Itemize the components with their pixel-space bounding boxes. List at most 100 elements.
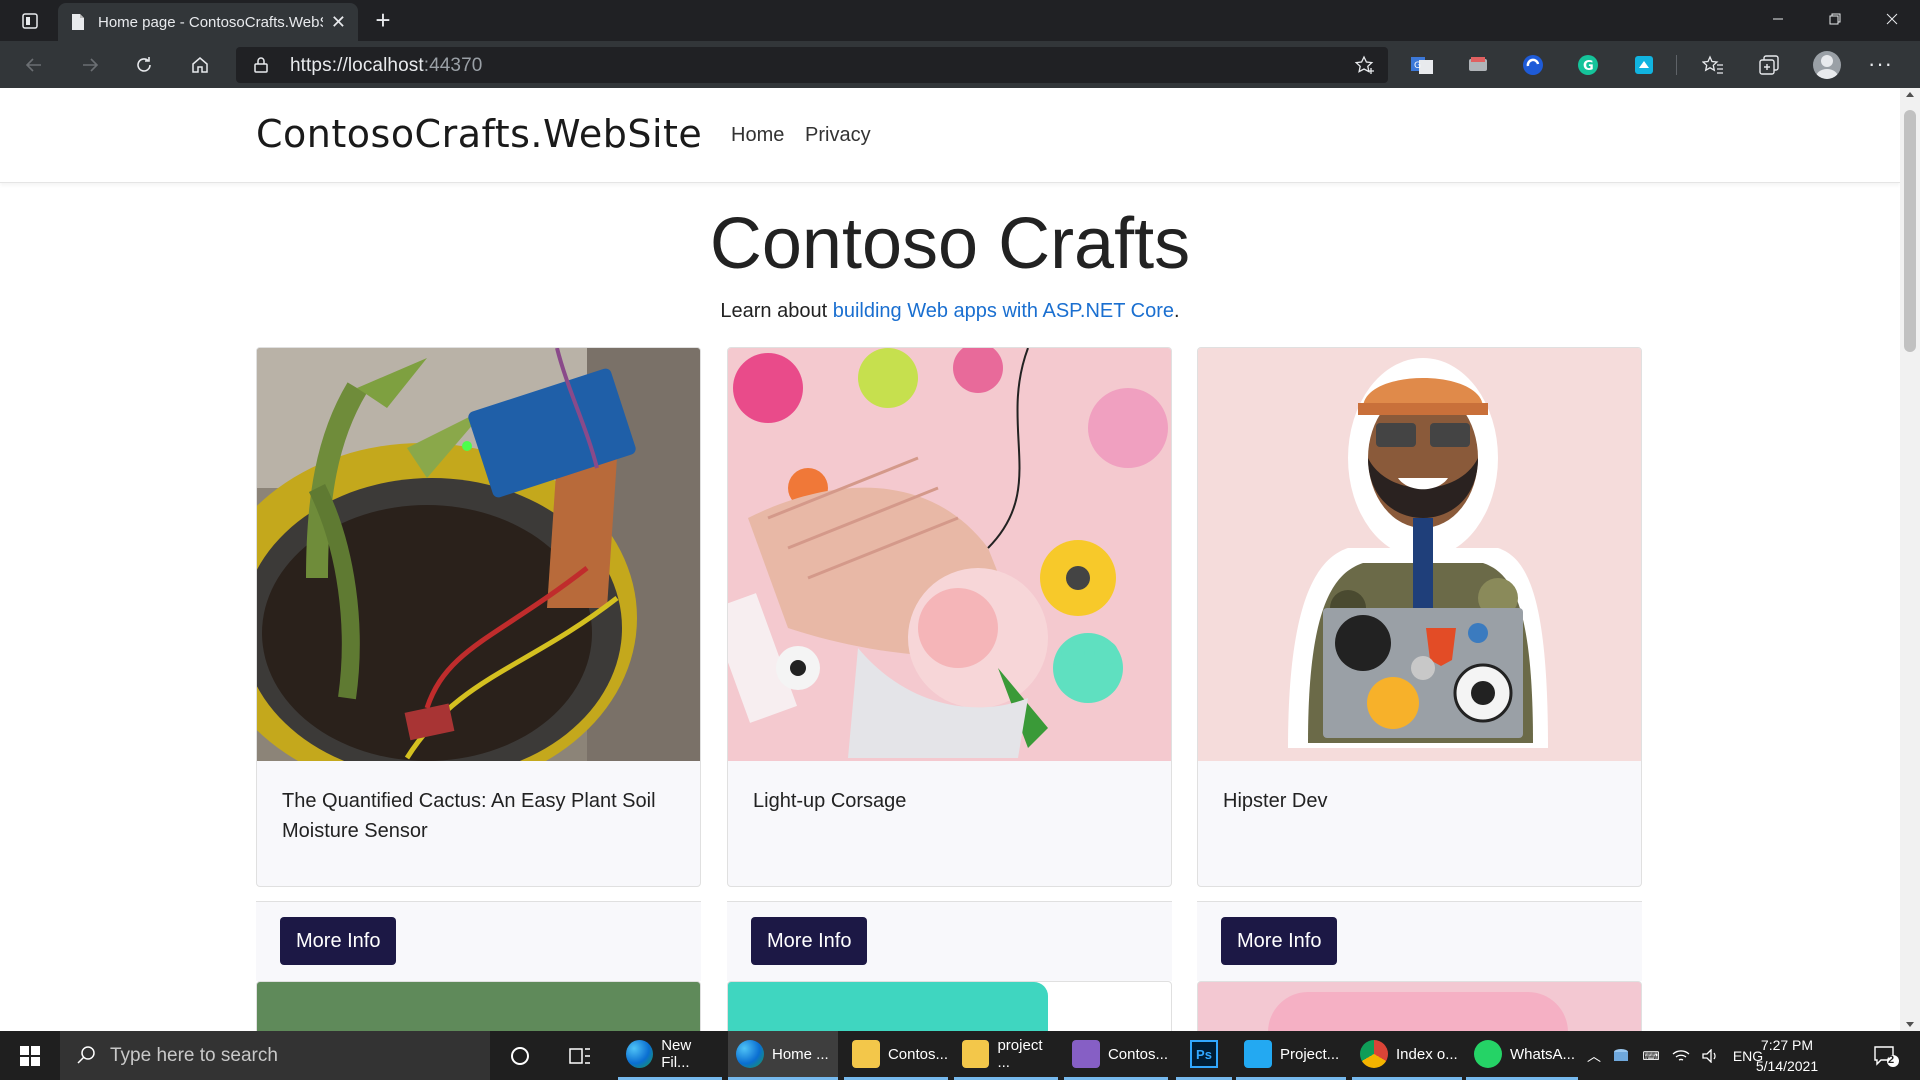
settings-more-icon[interactable]: ···: [1868, 51, 1893, 77]
scroll-up-arrow-icon[interactable]: [1906, 92, 1914, 97]
address-bar[interactable]: https://localhost:44370: [236, 47, 1388, 83]
product-title: The Quantified Cactus: An Easy Plant Soi…: [282, 790, 656, 842]
collections-icon[interactable]: [1757, 53, 1781, 77]
task-view-icon: [569, 1047, 590, 1064]
notification-center-button[interactable]: 2: [1862, 1031, 1910, 1080]
system-clock[interactable]: 7:27 PM 5/14/2021: [1747, 1035, 1827, 1077]
product-title: Light-up Corsage: [753, 790, 907, 812]
taskbar-app-explorer-project[interactable]: project ...: [954, 1031, 1058, 1080]
minimize-button[interactable]: [1749, 0, 1806, 37]
toolbar-separator: [1676, 55, 1677, 75]
close-window-button[interactable]: [1863, 0, 1920, 37]
new-tab-button[interactable]: +: [368, 5, 398, 35]
task-view-button[interactable]: [558, 1031, 602, 1080]
browser-toolbar: https://localhost:44370 G G ···: [0, 41, 1920, 88]
tab-close-icon[interactable]: ✕: [331, 12, 346, 33]
notification-icon: [1874, 1045, 1899, 1067]
svg-text:G: G: [1583, 59, 1594, 74]
home-button[interactable]: [184, 49, 216, 81]
nav-link-home[interactable]: Home: [731, 124, 784, 147]
taskbar-app-photoshop[interactable]: Ps: [1176, 1031, 1232, 1080]
scrollbar-thumb[interactable]: [1904, 110, 1916, 352]
more-info-button[interactable]: More Info: [751, 917, 868, 965]
product-image-hipster-dev: [1198, 348, 1641, 761]
cortana-circle-icon: [511, 1046, 529, 1065]
translate-extension-icon[interactable]: G: [1410, 53, 1434, 77]
browser-titlebar: Home page - ContosoCrafts.WebSite ✕ +: [0, 0, 1920, 41]
product-card-partial: [256, 981, 701, 1031]
tab-title: Home page - ContosoCrafts.WebSite: [98, 13, 323, 31]
vscode-icon: [1244, 1040, 1272, 1068]
taskbar-app-visual-studio[interactable]: Contos...: [1064, 1031, 1168, 1080]
svg-text:G: G: [1414, 61, 1421, 71]
refresh-icon: [137, 57, 151, 72]
whatsapp-icon: [1474, 1040, 1502, 1068]
taskbar-app-edge-home[interactable]: Home ...: [728, 1031, 838, 1080]
taskbar-app-whatsapp[interactable]: WhatsA...: [1466, 1031, 1578, 1080]
restore-button[interactable]: [1806, 0, 1863, 37]
photoshop-icon: Ps: [1190, 1040, 1218, 1068]
keyboard-ime-icon[interactable]: ⌨: [1636, 1049, 1666, 1063]
volume-icon[interactable]: [1696, 1048, 1726, 1063]
taskbar-app-edge-newfile[interactable]: New Fil...: [618, 1031, 722, 1080]
refresh-button[interactable]: [128, 49, 160, 81]
page-scrollbar[interactable]: [1900, 88, 1920, 1031]
taskbar-search-box[interactable]: Type here to search: [60, 1031, 490, 1080]
back-arrow-icon: [25, 58, 41, 72]
more-info-button[interactable]: More Info: [280, 917, 397, 965]
forward-button[interactable]: [74, 49, 106, 81]
browser-tab-home[interactable]: Home page - ContosoCrafts.WebSite ✕: [58, 3, 358, 41]
product-card-partial: [727, 981, 1172, 1031]
product-card-partial: [1197, 981, 1642, 1031]
grammarly-icon[interactable]: G: [1576, 53, 1600, 77]
chrome-icon: [1360, 1040, 1388, 1068]
edge-icon: [736, 1040, 764, 1068]
windows-logo-icon: [20, 1045, 40, 1066]
network-drive-icon[interactable]: [1606, 1048, 1636, 1064]
product-card: Hipster Dev: [1197, 347, 1642, 887]
lock-icon[interactable]: [254, 57, 268, 73]
scroll-down-arrow-icon[interactable]: [1906, 1022, 1914, 1027]
notification-count: 2: [1888, 1054, 1895, 1066]
favorites-icon[interactable]: [1701, 53, 1725, 77]
url-text[interactable]: https://localhost:44370: [290, 55, 482, 77]
windows-taskbar: Type here to search New Fil... Home ... …: [0, 1031, 1920, 1080]
taskbar-app-chrome[interactable]: Index o...: [1352, 1031, 1462, 1080]
visual-studio-icon: [1072, 1040, 1100, 1068]
start-button[interactable]: [0, 1031, 60, 1080]
nav-link-privacy[interactable]: Privacy: [805, 124, 871, 147]
product-card: Light-up Corsage: [727, 347, 1172, 887]
product-image-cactus: [257, 348, 700, 761]
taskbar-app-vscode[interactable]: Project...: [1236, 1031, 1346, 1080]
card-footer: More Info: [1197, 901, 1642, 981]
page-viewport: ContosoCrafts.WebSite Home Privacy Conto…: [0, 88, 1900, 1031]
search-placeholder: Type here to search: [110, 1045, 278, 1066]
page-title: Contoso Crafts: [709, 204, 1191, 284]
system-tray: ︿ ⌨ ENG: [1582, 1031, 1770, 1080]
cast-extension-icon[interactable]: [1466, 53, 1490, 77]
edge-icon: [626, 1040, 654, 1068]
back-button[interactable]: [18, 49, 50, 81]
card-footer: More Info: [256, 901, 701, 981]
more-info-button[interactable]: More Info: [1221, 917, 1338, 965]
tab-actions-icon[interactable]: [10, 6, 50, 36]
profile-avatar[interactable]: [1813, 51, 1841, 79]
folder-icon: [962, 1040, 990, 1068]
show-hidden-icons-chevron-icon[interactable]: ︿: [1582, 1046, 1606, 1066]
taskbar-app-explorer-contoso[interactable]: Contos...: [844, 1031, 948, 1080]
cortana-button[interactable]: [498, 1031, 542, 1080]
folder-icon: [852, 1040, 880, 1068]
blue-circle-extension-icon[interactable]: [1521, 53, 1545, 77]
wifi-icon[interactable]: [1666, 1049, 1696, 1063]
product-title: Hipster Dev: [1223, 790, 1328, 812]
site-brand-link[interactable]: ContosoCrafts.WebSite: [256, 112, 702, 156]
product-image-corsage: [728, 348, 1171, 761]
aspnet-docs-link[interactable]: building Web apps with ASP.NET Core: [833, 300, 1174, 322]
forward-arrow-icon: [83, 58, 99, 72]
page-favicon-icon: [72, 14, 84, 30]
search-icon: [77, 1046, 95, 1064]
screen-capture-extension-icon[interactable]: [1632, 53, 1656, 77]
product-card: The Quantified Cactus: An Easy Plant Soi…: [256, 347, 701, 887]
site-header: ContosoCrafts.WebSite Home Privacy: [0, 88, 1900, 183]
add-favorite-icon[interactable]: [1354, 55, 1376, 75]
